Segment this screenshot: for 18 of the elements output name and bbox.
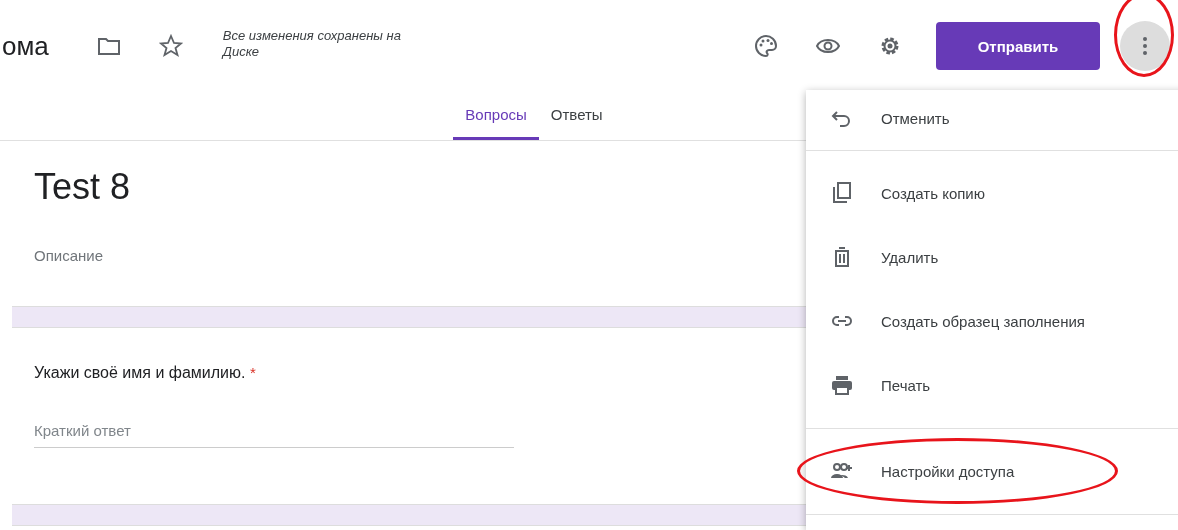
more-button[interactable] — [1120, 21, 1170, 71]
send-button[interactable]: Отправить — [936, 22, 1100, 70]
printer-icon — [830, 373, 854, 397]
short-answer-field[interactable]: Краткий ответ — [34, 422, 514, 448]
menu-item[interactable]: Печать — [806, 353, 1178, 417]
copy-icon — [830, 181, 854, 205]
menu-item[interactable]: Создать копию — [806, 161, 1178, 225]
menu-item[interactable]: Удалить — [806, 225, 1178, 289]
tab[interactable]: Ответы — [538, 92, 615, 140]
menu-item[interactable]: Создать образец заполнения — [806, 289, 1178, 353]
form-description: Описание — [34, 247, 104, 264]
form-title: ома — [2, 30, 49, 62]
menu-item[interactable]: Настройки доступа — [806, 439, 1178, 503]
menu-item[interactable]: Отменить — [806, 90, 1178, 146]
form-heading: Test 8 — [34, 165, 131, 209]
more-icon — [1143, 37, 1147, 55]
save-status: Все изменения сохранены на Диске — [222, 28, 402, 60]
question-text: Укажи своё имя и фамилию. * — [34, 364, 256, 382]
